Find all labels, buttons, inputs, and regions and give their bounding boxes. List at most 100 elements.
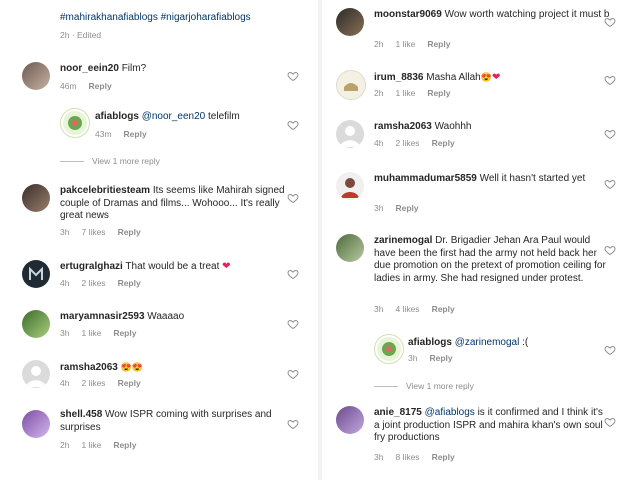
reply-button[interactable]: Reply: [124, 129, 147, 139]
comment-time: 2h: [60, 440, 70, 450]
comment-username[interactable]: zarinemogal: [374, 235, 432, 246]
comment-text: That would be a treat: [125, 261, 220, 272]
like-heart-icon[interactable]: [287, 268, 299, 280]
like-heart-icon[interactable]: [287, 119, 299, 131]
comment-likes[interactable]: 7 likes: [81, 227, 105, 237]
comment-likes[interactable]: 2 likes: [395, 138, 419, 148]
comment-likes[interactable]: 1 like: [81, 440, 101, 450]
default-avatar-icon: [340, 126, 360, 147]
like-heart-icon[interactable]: [287, 192, 299, 204]
comment-text: Well it hasn't started yet: [479, 173, 586, 184]
comment-time: 4h: [60, 278, 70, 288]
comment-likes[interactable]: 2 likes: [81, 278, 105, 288]
like-heart-icon[interactable]: [604, 74, 616, 86]
like-heart-icon[interactable]: [287, 70, 299, 82]
comment-username[interactable]: noor_eein20: [60, 63, 119, 74]
comment-username[interactable]: ramsha2063: [60, 362, 118, 373]
comment-likes[interactable]: 2 likes: [81, 378, 105, 388]
comment-time: 2h: [374, 39, 384, 49]
mention-link[interactable]: @noor_een20: [142, 111, 206, 122]
avatar[interactable]: [336, 70, 366, 100]
reply-button[interactable]: Reply: [118, 378, 141, 388]
heart-eyes-emoji-icon: 😍: [480, 72, 492, 82]
reply-button[interactable]: Reply: [427, 88, 450, 98]
like-heart-icon[interactable]: [604, 128, 616, 140]
comment-username[interactable]: anie_8175: [374, 407, 422, 418]
reply-button[interactable]: Reply: [427, 39, 450, 49]
heart-eyes-emoji-icon: 😍😍: [120, 362, 144, 372]
view-more-label: View 1 more reply: [92, 156, 160, 166]
view-more-replies-button[interactable]: View 1 more reply: [374, 381, 474, 391]
default-avatar-icon: [26, 366, 46, 387]
comment-likes[interactable]: 1 like: [81, 328, 101, 338]
reply-button[interactable]: Reply: [395, 203, 418, 213]
like-heart-icon[interactable]: [604, 344, 616, 356]
comment-time: 3h: [374, 203, 384, 213]
comment-username[interactable]: afiablogs: [408, 337, 452, 348]
caption-meta: 2h · Edited: [60, 30, 102, 40]
comment-time: 3h: [60, 328, 70, 338]
comment-text: Film?: [121, 63, 147, 74]
avatar[interactable]: [22, 310, 50, 338]
view-more-label: View 1 more reply: [406, 381, 474, 391]
comment-username[interactable]: pakcelebritiesteam: [60, 185, 150, 196]
avatar[interactable]: [22, 62, 50, 90]
avatar[interactable]: [22, 260, 50, 288]
mention-link[interactable]: @zarinemogal: [455, 337, 520, 348]
reply-button[interactable]: Reply: [113, 440, 136, 450]
comment-username[interactable]: ertugralghazi: [60, 261, 123, 272]
comment-time: 3h: [374, 304, 384, 314]
avatar[interactable]: [336, 234, 364, 262]
divider-line: [60, 161, 84, 163]
comment-time: 2h: [374, 88, 384, 98]
comment-likes[interactable]: 4 likes: [395, 304, 419, 314]
comment-username[interactable]: moonstar9069: [374, 9, 442, 20]
like-heart-icon[interactable]: [287, 318, 299, 330]
reply-button[interactable]: Reply: [118, 278, 141, 288]
red-heart-emoji-icon: ❤: [222, 261, 231, 272]
comment-username[interactable]: irum_8836: [374, 72, 423, 83]
comment-username[interactable]: muhammadumar5859: [374, 173, 477, 184]
mosque-logo-icon: [344, 83, 358, 91]
comment-time: 46m: [60, 81, 77, 91]
avatar[interactable]: [336, 172, 364, 200]
reply-button[interactable]: Reply: [429, 353, 452, 363]
comment-text: Masha Allah: [426, 72, 481, 83]
avatar[interactable]: [22, 184, 50, 212]
avatar[interactable]: [336, 8, 364, 36]
comment-text: telefilm: [205, 111, 240, 122]
avatar[interactable]: [336, 406, 364, 434]
reply-button[interactable]: Reply: [118, 227, 141, 237]
comment-likes[interactable]: 8 likes: [395, 452, 419, 462]
caption-hashtags[interactable]: #mahirakhanafiablogs #nigarjoharafiablog…: [60, 12, 251, 23]
avatar[interactable]: [22, 360, 50, 388]
reply-button[interactable]: Reply: [89, 81, 112, 91]
comment-username[interactable]: afiablogs: [95, 111, 139, 122]
avatar[interactable]: [22, 410, 50, 438]
like-heart-icon[interactable]: [287, 418, 299, 430]
like-heart-icon[interactable]: [287, 368, 299, 380]
mention-link[interactable]: @afiablogs: [425, 407, 475, 418]
like-heart-icon[interactable]: [604, 416, 616, 428]
comment-username[interactable]: shell.458: [60, 409, 102, 420]
comment-likes[interactable]: 1 like: [395, 39, 415, 49]
view-more-replies-button[interactable]: View 1 more reply: [60, 156, 160, 166]
reply-button[interactable]: Reply: [432, 138, 455, 148]
left-comments-column: #mahirakhanafiablogs #nigarjoharafiablog…: [0, 0, 318, 480]
like-heart-icon[interactable]: [604, 244, 616, 256]
comment-time: 4h: [60, 378, 70, 388]
comment-username[interactable]: ramsha2063: [374, 121, 432, 132]
like-heart-icon[interactable]: [604, 178, 616, 190]
reply-button[interactable]: Reply: [432, 452, 455, 462]
comment-time: 3h: [374, 452, 384, 462]
avatar[interactable]: [60, 108, 90, 138]
comment-text: :(: [519, 337, 529, 348]
like-heart-icon[interactable]: [604, 16, 616, 28]
reply-button[interactable]: Reply: [113, 328, 136, 338]
avatar[interactable]: [336, 120, 364, 148]
comment-username[interactable]: maryamnasir2593: [60, 311, 145, 322]
comment-time: 3h: [60, 227, 70, 237]
reply-button[interactable]: Reply: [432, 304, 455, 314]
comment-likes[interactable]: 1 like: [395, 88, 415, 98]
avatar[interactable]: [374, 334, 404, 364]
